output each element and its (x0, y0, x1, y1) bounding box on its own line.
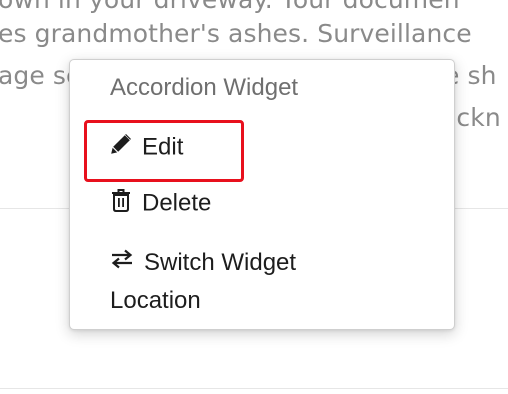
edit-menu-item[interactable]: Edit (110, 133, 183, 162)
edit-label: Edit (142, 133, 184, 161)
switch-widget-location-menu-item[interactable]: Switch Widget Location (110, 243, 350, 319)
delete-label: Delete (142, 189, 212, 217)
background-text-line-2: es grandmother's ashes. Surveillance (0, 19, 472, 48)
background-divider (0, 388, 508, 389)
pencil-icon (110, 133, 132, 162)
widget-context-menu: Accordion Widget Edit Delete Switch Widg… (69, 59, 455, 330)
trash-icon (110, 188, 132, 219)
switch-widget-location-label: Switch Widget Location (110, 249, 297, 315)
menu-header: Accordion Widget (110, 74, 299, 101)
swap-arrows-icon (110, 244, 134, 281)
delete-menu-item[interactable]: Delete (110, 188, 211, 219)
